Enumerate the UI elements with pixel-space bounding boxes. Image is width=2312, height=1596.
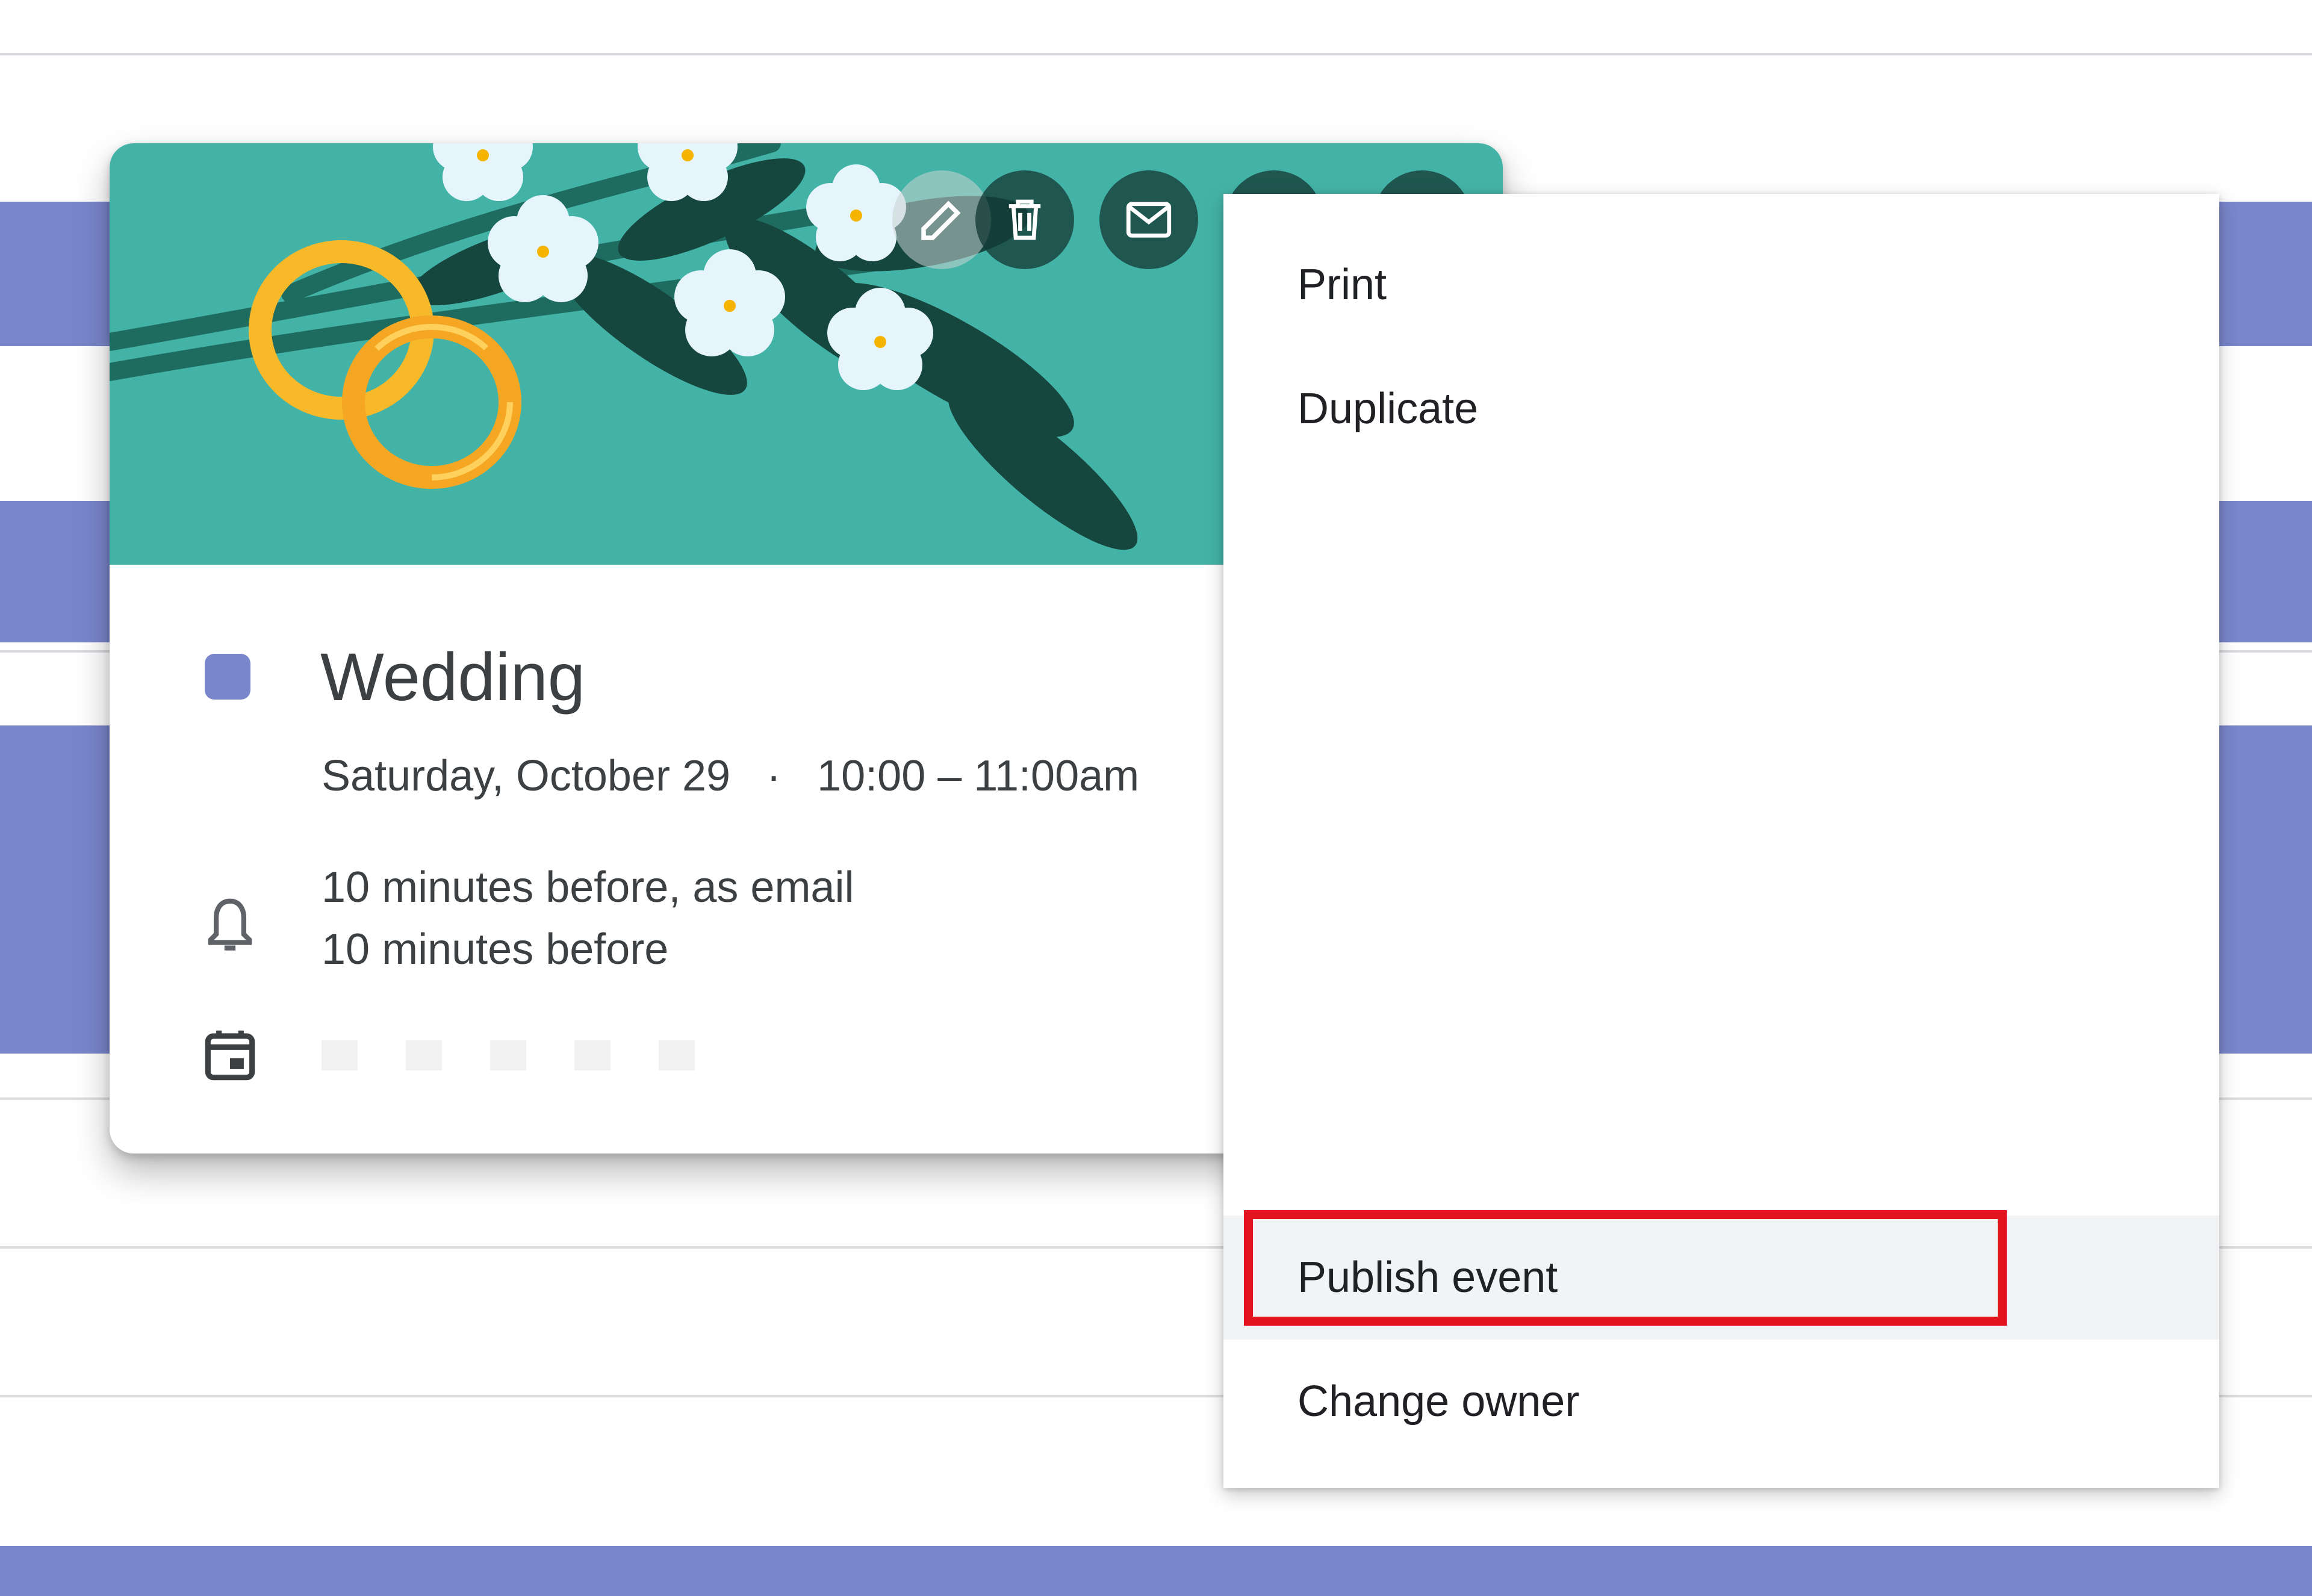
reminder-notification: 10 minutes before [322, 925, 669, 973]
calendar-event-block[interactable] [0, 1546, 2312, 1596]
event-date: Saturday, October 29 [322, 752, 731, 800]
email-icon [1126, 202, 1172, 238]
menu-item-print[interactable]: Print [1223, 223, 2219, 347]
bell-icon [208, 898, 252, 951]
event-title: Wedding [320, 639, 586, 715]
menu-item-duplicate[interactable]: Duplicate [1223, 347, 2219, 471]
calendar-icon [205, 1030, 255, 1081]
calendar-name-redacted [322, 1040, 743, 1070]
reminder-email: 10 minutes before, as email [322, 863, 854, 911]
datetime-separator: · [766, 752, 782, 800]
delete-icon [1008, 199, 1041, 240]
menu-item-change-owner[interactable]: Change owner [1223, 1340, 2219, 1464]
grid-line [0, 53, 2312, 55]
event-time: 10:00 – 11:00am [817, 752, 1140, 800]
email-guests-button[interactable] [1099, 170, 1198, 269]
event-color-chip [205, 654, 250, 700]
event-datetime: Saturday, October 29 · 10:00 – 11:00am [322, 751, 1139, 801]
edit-icon [921, 200, 961, 240]
delete-event-button[interactable] [975, 170, 1074, 269]
highlight-annotation [1244, 1210, 2007, 1326]
